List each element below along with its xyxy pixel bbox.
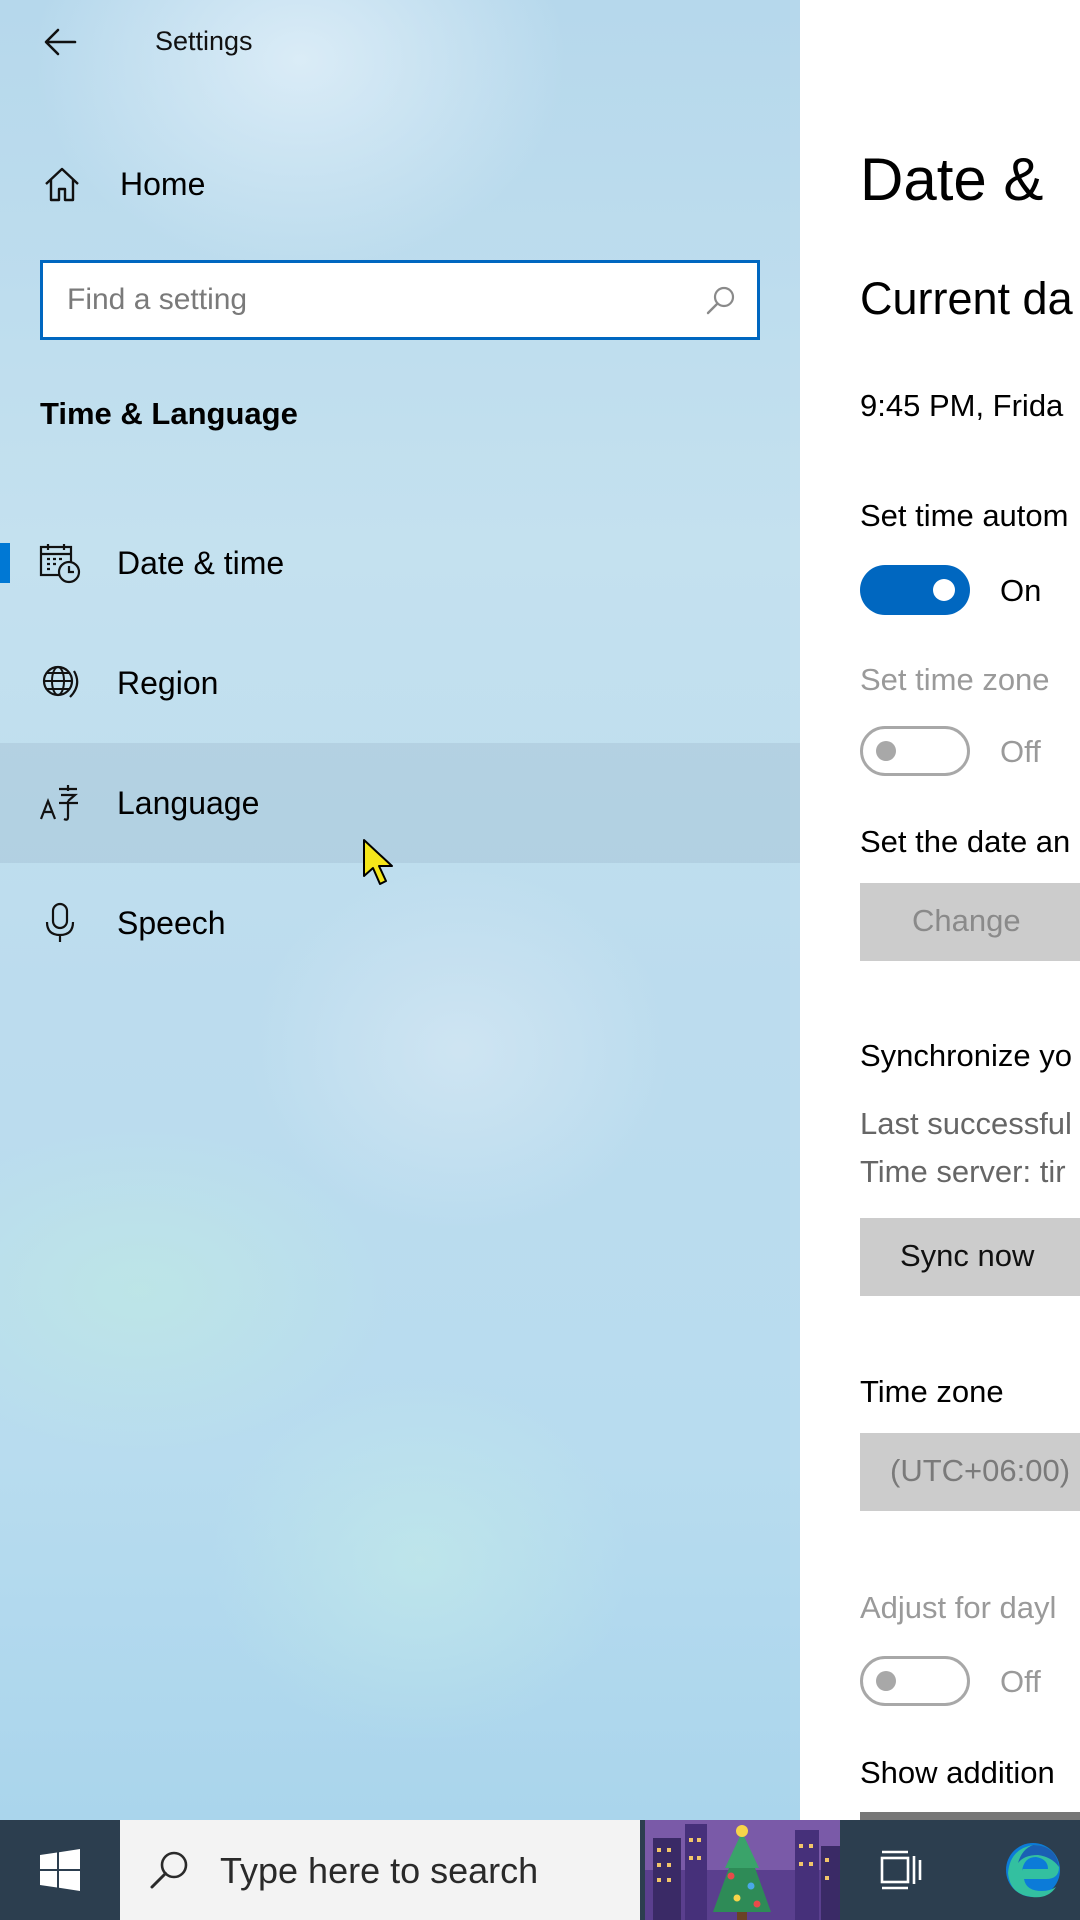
back-button[interactable]: [36, 18, 84, 66]
section-heading-current: Current da: [860, 273, 1073, 324]
time-server-text: Time server: tir: [860, 1154, 1066, 1189]
nav-item-language[interactable]: Language: [0, 743, 800, 863]
set-time-auto-state: On: [1000, 573, 1042, 608]
navigation-pane: Settings Home Time & Language Date & tim…: [0, 0, 800, 1820]
additional-calendar-dropdown-edge[interactable]: [860, 1812, 1080, 1820]
taskbar-search-box[interactable]: Type here to search: [120, 1820, 640, 1920]
section-title: Time & Language: [40, 396, 298, 431]
sync-now-button[interactable]: Sync now: [860, 1218, 1080, 1296]
manual-date-label: Set the date an: [860, 824, 1071, 859]
start-button[interactable]: [0, 1820, 120, 1920]
find-setting-input[interactable]: [67, 277, 667, 323]
nav-item-label: Date & time: [117, 545, 285, 581]
set-time-auto-toggle[interactable]: [860, 565, 970, 615]
edge-icon: [1005, 1843, 1060, 1898]
task-view-icon: [880, 1850, 922, 1890]
selection-indicator: [0, 543, 10, 583]
nav-item-label: Region: [117, 665, 219, 701]
taskbar-search-placeholder: Type here to search: [220, 1850, 539, 1891]
nav-item-region[interactable]: Region: [0, 623, 800, 743]
microphone-icon: [45, 902, 75, 942]
set-timezone-auto-label: Set time zone: [860, 662, 1050, 697]
search-icon: [150, 1851, 188, 1889]
calendar-clock-icon: [39, 544, 81, 584]
search-highlight-image[interactable]: [645, 1820, 840, 1920]
nav-home-label: Home: [120, 166, 206, 202]
dst-label: Adjust for dayl: [860, 1590, 1057, 1625]
content-pane: Date & Current da 9:45 PM, Frida Set tim…: [800, 0, 1080, 1820]
page-title: Date &: [860, 146, 1044, 213]
title-bar: Settings: [0, 0, 800, 84]
taskbar: Type here to search: [0, 1820, 1080, 1920]
find-setting-search[interactable]: [40, 260, 760, 340]
home-icon: [45, 167, 79, 202]
task-view-button[interactable]: [860, 1820, 940, 1920]
dst-state: Off: [1000, 1664, 1041, 1699]
show-additional-label: Show addition: [860, 1755, 1055, 1790]
change-button[interactable]: Change: [860, 883, 1080, 961]
nav-item-label: Speech: [117, 905, 226, 941]
nav-item-label: Language: [117, 785, 260, 821]
nav-item-date-time[interactable]: Date & time: [0, 503, 800, 623]
back-arrow-icon: [44, 28, 77, 56]
windows-start-icon: [40, 1849, 80, 1891]
language-icon: [39, 785, 78, 821]
globe-icon: [42, 665, 79, 698]
time-zone-dropdown[interactable]: (UTC+06:00): [860, 1433, 1080, 1511]
nav-home[interactable]: Home: [0, 142, 800, 226]
edge-browser-button[interactable]: [985, 1820, 1080, 1920]
last-sync-text: Last successful: [860, 1106, 1072, 1141]
search-icon: [706, 286, 735, 315]
time-zone-label: Time zone: [860, 1374, 1004, 1409]
nav-item-speech[interactable]: Speech: [0, 863, 800, 983]
dst-toggle[interactable]: [860, 1656, 970, 1706]
set-timezone-auto-toggle[interactable]: [860, 726, 970, 776]
current-date-time: 9:45 PM, Frida: [860, 388, 1064, 423]
set-timezone-auto-state: Off: [1000, 734, 1041, 769]
sync-heading: Synchronize yo: [860, 1038, 1072, 1073]
window-title: Settings: [155, 26, 253, 56]
set-time-auto-label: Set time autom: [860, 498, 1069, 533]
